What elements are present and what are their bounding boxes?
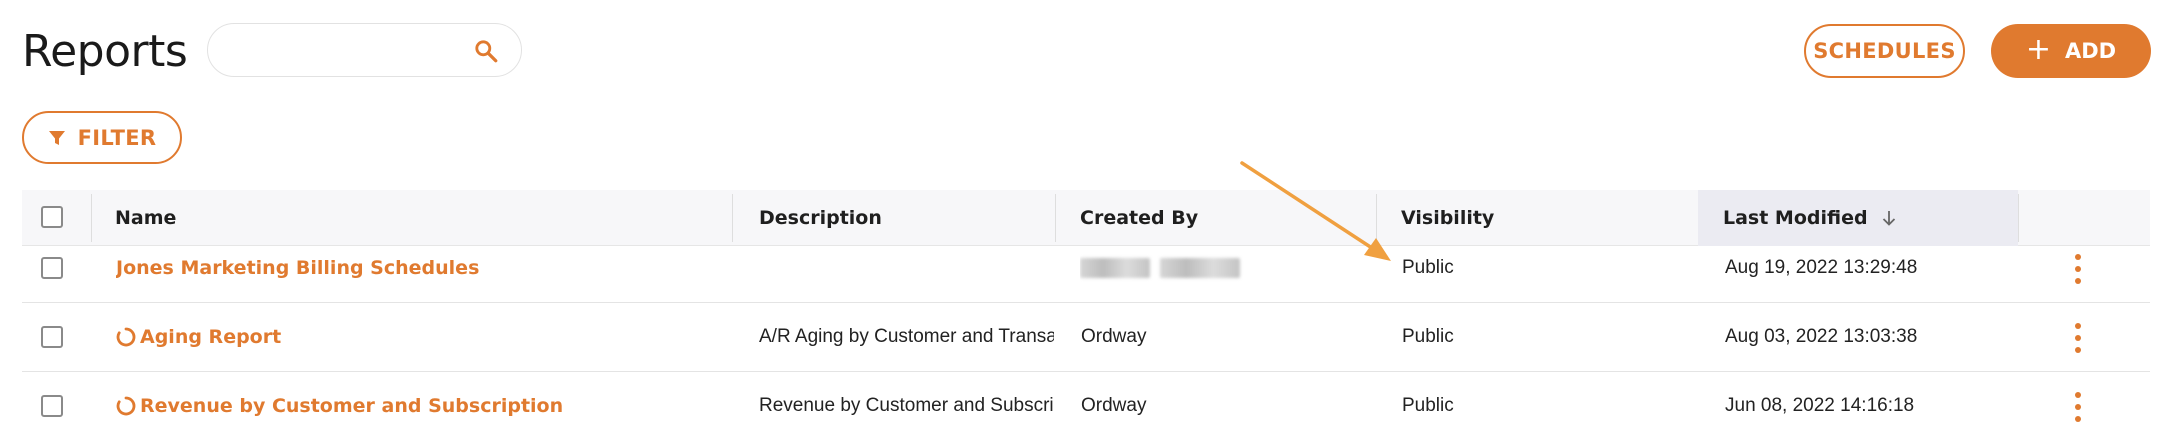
table-row[interactable]: Revenue by Customer and Subscription Rev…: [22, 372, 2150, 434]
last-modified-text: Aug 19, 2022 13:29:48: [1725, 257, 1918, 278]
ordway-logo-icon: [116, 327, 136, 347]
more-options-icon[interactable]: [2072, 254, 2084, 284]
more-options-icon[interactable]: [2072, 392, 2084, 422]
report-description: [759, 234, 1054, 302]
report-name-link[interactable]: Aging Report: [116, 303, 716, 371]
last-modified-value: Aug 03, 2022 13:03:38: [1725, 303, 2015, 371]
report-name[interactable]: Aging Report: [140, 326, 281, 348]
column-header-label: Created By: [1080, 207, 1199, 229]
created-by-value: Ordway: [1081, 372, 1371, 434]
last-modified-text: Aug 03, 2022 13:03:38: [1725, 326, 1918, 347]
row-checkbox[interactable]: [41, 395, 63, 417]
visibility-value: Public: [1402, 372, 1692, 434]
visibility-text: Public: [1402, 395, 1454, 416]
column-header-label: Last Modified: [1723, 207, 1868, 229]
created-by-text: Ordway: [1081, 326, 1147, 347]
report-name-link[interactable]: Revenue by Customer and Subscription: [116, 372, 716, 434]
sort-descending-icon[interactable]: [1880, 209, 1898, 227]
filter-button[interactable]: FILTER: [22, 111, 182, 164]
schedules-button[interactable]: SCHEDULES: [1804, 24, 1965, 78]
visibility-value: Public: [1402, 234, 1692, 302]
add-button-label: ADD: [2065, 39, 2117, 63]
add-button[interactable]: + ADD: [1991, 24, 2151, 78]
column-header-label: Description: [759, 207, 882, 229]
column-header-label: Visibility: [1401, 207, 1495, 229]
row-checkbox[interactable]: [41, 257, 63, 279]
created-by-value: Ordway: [1081, 303, 1371, 371]
search-icon[interactable]: [473, 38, 499, 64]
last-modified-value: Jun 08, 2022 14:16:18: [1725, 372, 2015, 434]
row-checkbox[interactable]: [41, 326, 63, 348]
created-by-text: Ordway: [1081, 395, 1147, 416]
filter-button-label: FILTER: [77, 125, 157, 150]
page-title: Reports: [22, 26, 188, 77]
last-modified-text: Jun 08, 2022 14:16:18: [1725, 395, 1915, 416]
report-name[interactable]: Jones Marketing Billing Schedules: [116, 257, 479, 279]
description-text: Revenue by Customer and Subscri: [759, 395, 1054, 416]
search-input[interactable]: [228, 34, 468, 66]
report-description: A/R Aging by Customer and Transa: [759, 303, 1054, 371]
select-all-checkbox[interactable]: [41, 206, 63, 228]
created-by-redacted: [1080, 234, 1380, 302]
schedules-button-label: SCHEDULES: [1813, 39, 1956, 63]
column-header-label: Name: [115, 207, 177, 229]
plus-icon: +: [2025, 32, 2051, 67]
ordway-logo-icon: [116, 396, 136, 416]
filter-icon: [48, 130, 65, 145]
redacted-text: [1080, 258, 1240, 278]
visibility-text: Public: [1402, 257, 1454, 278]
report-description: Revenue by Customer and Subscri: [759, 372, 1054, 434]
more-options-icon[interactable]: [2072, 323, 2084, 353]
search-box[interactable]: [207, 23, 522, 77]
visibility-text: Public: [1402, 326, 1454, 347]
table-row[interactable]: Aging Report A/R Aging by Customer and T…: [22, 303, 2150, 372]
description-text: A/R Aging by Customer and Transa: [759, 326, 1054, 347]
visibility-value: Public: [1402, 303, 1692, 371]
report-name[interactable]: Revenue by Customer and Subscription: [140, 395, 563, 417]
table-row[interactable]: Jones Marketing Billing Schedules Public…: [22, 234, 2150, 303]
last-modified-value: Aug 19, 2022 13:29:48: [1725, 234, 2015, 302]
report-name-link[interactable]: Jones Marketing Billing Schedules: [116, 234, 716, 302]
